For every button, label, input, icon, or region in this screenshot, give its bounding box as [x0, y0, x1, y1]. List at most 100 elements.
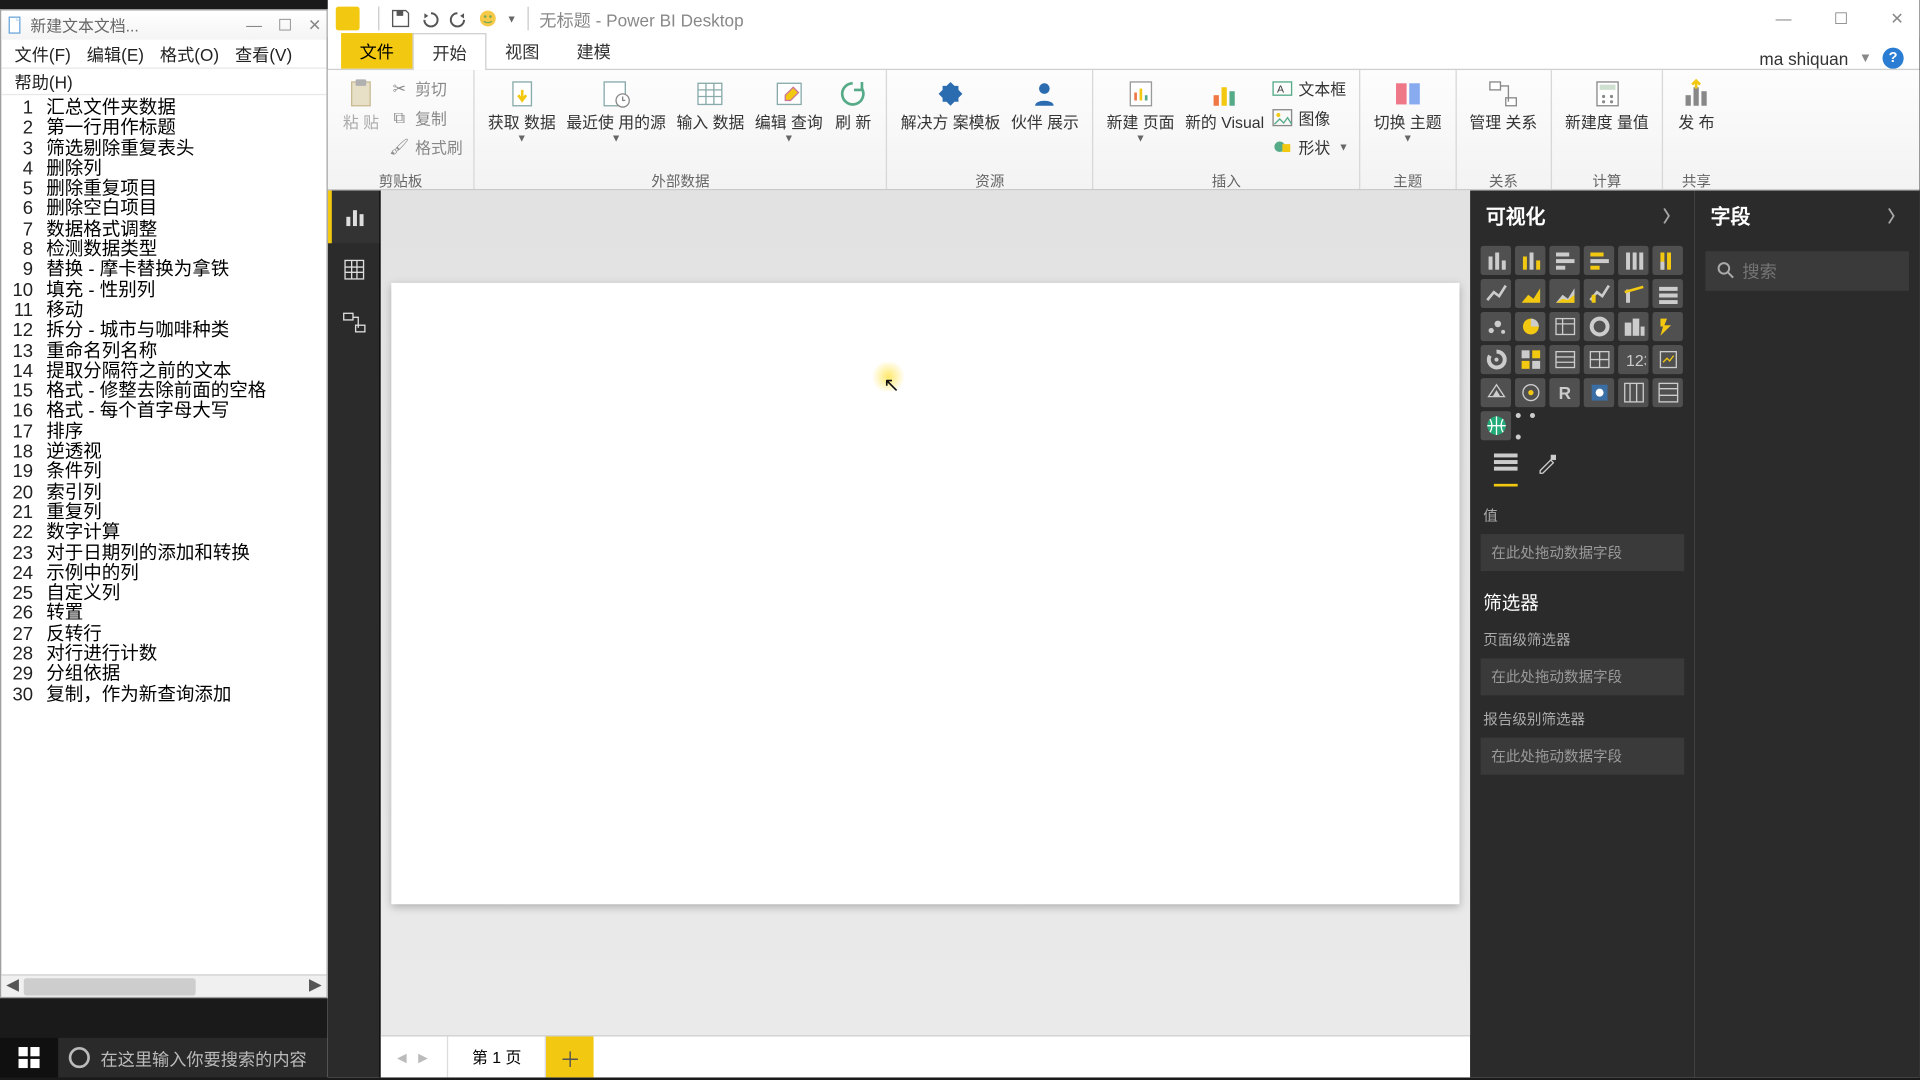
new-visual-button[interactable]: 新的 Visual	[1180, 73, 1270, 168]
viz-type-28[interactable]	[1618, 378, 1648, 407]
format-tab-icon[interactable]	[1536, 453, 1557, 486]
notepad-hscrollbar[interactable]: ◄ ►	[1, 974, 326, 996]
scroll-thumb[interactable]	[24, 978, 196, 995]
get-data-button[interactable]: 获取 数据▼	[483, 73, 561, 168]
menu-edit[interactable]: 编辑(E)	[81, 38, 149, 68]
start-button[interactable]	[0, 1038, 58, 1078]
viz-type-6[interactable]	[1481, 279, 1511, 308]
add-page-button[interactable]: ＋	[546, 1036, 594, 1078]
data-view-button[interactable]	[328, 243, 380, 296]
viz-type-23[interactable]	[1653, 345, 1683, 374]
recent-sources-button[interactable]: 最近使 用的源▼	[561, 73, 671, 168]
viz-type-7[interactable]	[1515, 279, 1545, 308]
menu-help[interactable]: 帮助(H)	[9, 66, 78, 96]
viz-type-21[interactable]	[1584, 345, 1614, 374]
page-filter-dropzone[interactable]: 在此处拖动数据字段	[1481, 658, 1685, 695]
viz-type-16[interactable]	[1618, 312, 1648, 341]
minimize-icon[interactable]: —	[1768, 9, 1800, 28]
viz-type-8[interactable]	[1549, 279, 1579, 308]
textbox-button[interactable]: A文本框	[1272, 75, 1349, 101]
notepad-titlebar[interactable]: 新建文本文档... — ☐ ✕	[1, 11, 326, 40]
tab-model[interactable]: 建模	[558, 33, 629, 69]
viz-type-9[interactable]	[1584, 279, 1614, 308]
chevron-down-icon[interactable]: ▼	[1859, 51, 1872, 66]
viz-type-27[interactable]	[1584, 378, 1614, 407]
image-button[interactable]: 图像	[1272, 104, 1349, 130]
viz-type-24[interactable]	[1481, 378, 1511, 407]
notepad-text[interactable]: 汇总文件夹数据第一行用作标题筛选剔除重复表头删除列删除重复项目删除空白项目数据格…	[38, 95, 326, 974]
model-view-button[interactable]	[328, 296, 380, 349]
page-prev-icon[interactable]: ◄	[391, 1048, 412, 1067]
fields-search-input[interactable]	[1742, 261, 1919, 281]
viz-type-15[interactable]	[1584, 312, 1614, 341]
close-icon[interactable]: ✕	[1882, 9, 1911, 28]
save-icon[interactable]	[390, 8, 411, 29]
menu-view[interactable]: 查看(V)	[230, 38, 298, 68]
enter-data-button[interactable]: 输入 数据	[671, 73, 749, 168]
page-next-icon[interactable]: ►	[412, 1048, 433, 1067]
page-tab-1[interactable]: 第 1 页	[447, 1036, 547, 1078]
fields-header[interactable]: 字段 〉	[1695, 190, 1920, 240]
smiley-icon[interactable]	[477, 8, 498, 29]
manage-relationships-button[interactable]: 管理 关系	[1464, 73, 1542, 168]
report-view-button[interactable]	[328, 190, 380, 243]
scroll-track[interactable]	[24, 975, 304, 997]
publish-button[interactable]: 发 布	[1671, 73, 1721, 168]
viz-type-29[interactable]	[1653, 378, 1683, 407]
viz-type-18[interactable]	[1481, 345, 1511, 374]
taskbar-search[interactable]: 在这里输入你要搜索的内容	[58, 1038, 328, 1078]
maximize-icon[interactable]: ☐	[278, 16, 292, 35]
minimize-icon[interactable]: —	[246, 16, 262, 35]
viz-type-1[interactable]	[1515, 246, 1545, 275]
viz-type-0[interactable]	[1481, 246, 1511, 275]
refresh-button[interactable]: 刷 新	[828, 73, 878, 168]
fields-tab-icon[interactable]	[1494, 453, 1518, 486]
tab-file[interactable]: 文件	[341, 33, 412, 69]
visualizations-header[interactable]: 可视化 〉	[1470, 190, 1695, 240]
menu-format[interactable]: 格式(O)	[155, 38, 225, 68]
viz-type-10[interactable]	[1618, 279, 1648, 308]
viz-type-11[interactable]	[1653, 279, 1683, 308]
shapes-button[interactable]: 形状▼	[1272, 134, 1349, 160]
viz-type-26[interactable]: R	[1549, 378, 1579, 407]
canvas-background[interactable]: ↖	[381, 190, 1470, 1035]
tab-home[interactable]: 开始	[412, 33, 486, 70]
fields-search[interactable]	[1705, 251, 1909, 291]
menu-file[interactable]: 文件(F)	[9, 38, 76, 68]
viz-type-19[interactable]	[1515, 345, 1545, 374]
viz-type-13[interactable]	[1515, 312, 1545, 341]
viz-more-icon[interactable]: • • •	[1515, 411, 1545, 440]
close-icon[interactable]: ✕	[308, 16, 321, 35]
qat-dropdown-icon[interactable]: ▼	[506, 13, 516, 25]
switch-theme-button[interactable]: 切换 主题▼	[1368, 73, 1446, 168]
user-name[interactable]: ma shiquan	[1759, 48, 1848, 68]
cortana-icon	[69, 1047, 90, 1068]
powerbi-titlebar[interactable]: ▼ 无标题 - Power BI Desktop — ☐ ✕	[328, 0, 1920, 37]
partner-showcase-button[interactable]: 伙伴 展示	[1006, 73, 1084, 168]
viz-type-20[interactable]	[1549, 345, 1579, 374]
viz-import-custom[interactable]	[1481, 411, 1511, 440]
viz-type-14[interactable]	[1549, 312, 1579, 341]
viz-type-22[interactable]: 123	[1618, 345, 1648, 374]
viz-type-2[interactable]	[1549, 246, 1579, 275]
values-dropzone[interactable]: 在此处拖动数据字段	[1481, 534, 1685, 571]
edit-queries-button[interactable]: 编辑 查询▼	[750, 73, 828, 168]
new-measure-button[interactable]: 新建度 量值	[1560, 73, 1654, 168]
viz-type-25[interactable]	[1515, 378, 1545, 407]
viz-type-17[interactable]	[1653, 312, 1683, 341]
scroll-left-icon[interactable]: ◄	[1, 975, 23, 997]
solution-template-button[interactable]: 解决方 案模板	[896, 73, 1006, 168]
help-icon[interactable]: ?	[1883, 48, 1904, 69]
viz-type-3[interactable]	[1584, 246, 1614, 275]
viz-type-4[interactable]	[1618, 246, 1648, 275]
tab-view[interactable]: 视图	[487, 33, 558, 69]
viz-type-12[interactable]	[1481, 312, 1511, 341]
viz-type-5[interactable]	[1653, 246, 1683, 275]
undo-icon[interactable]	[419, 8, 440, 29]
scroll-right-icon[interactable]: ►	[304, 975, 326, 997]
report-filter-dropzone[interactable]: 在此处拖动数据字段	[1481, 738, 1685, 775]
maximize-icon[interactable]: ☐	[1826, 9, 1856, 28]
new-page-button[interactable]: 新建 页面▼	[1101, 73, 1179, 168]
redo-icon[interactable]	[448, 8, 469, 29]
report-page-canvas[interactable]	[391, 283, 1459, 904]
